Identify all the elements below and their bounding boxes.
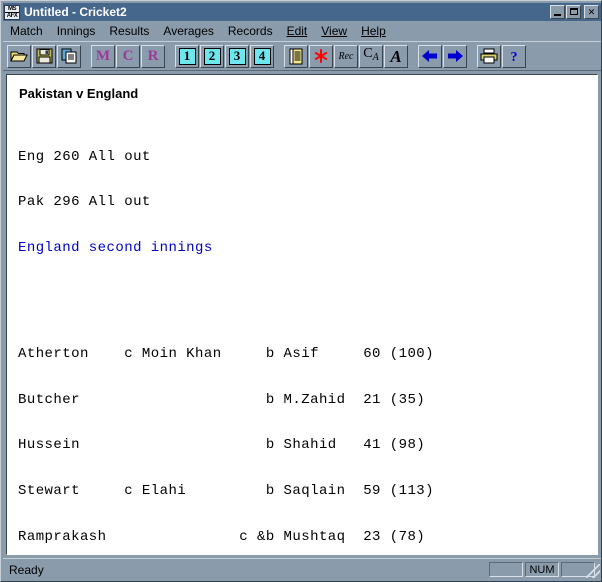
- back-button[interactable]: [418, 44, 442, 68]
- table-row: Stewart c Elahi b Saqlain 59 (113): [18, 482, 435, 499]
- number-2-icon: 2: [203, 47, 221, 65]
- highlight-button[interactable]: [309, 44, 333, 68]
- c-sub-a-icon: CA: [363, 46, 379, 64]
- copy-button[interactable]: [57, 44, 81, 68]
- font-button[interactable]: A: [384, 44, 408, 68]
- menu-item-view-label: View: [321, 24, 348, 38]
- close-icon: ✕: [587, 6, 596, 17]
- maximize-icon: [570, 8, 578, 15]
- letter-r-icon: R: [147, 47, 159, 64]
- svg-text:?: ?: [511, 50, 518, 64]
- arrow-left-icon: [422, 50, 437, 62]
- innings-1-button[interactable]: 1: [175, 44, 199, 68]
- records-button[interactable]: Rec: [334, 44, 358, 68]
- summary-line-eng: Eng 260 All out: [18, 148, 151, 165]
- minimize-button[interactable]: [550, 5, 565, 19]
- menu-item-edit-label: Edit: [286, 24, 308, 38]
- innings-3-button[interactable]: 3: [225, 44, 249, 68]
- window-title: Untitled - Cricket2: [24, 5, 127, 19]
- table-row: Butcher b M.Zahid 21 (35): [18, 391, 426, 408]
- table-row: Ramprakash c &b Mushtaq 23 (78): [18, 528, 426, 545]
- print-button[interactable]: [477, 44, 501, 68]
- match-button[interactable]: M: [91, 44, 115, 68]
- app-icon: MS AFX: [4, 4, 20, 20]
- toolbar-gap-1: [82, 56, 91, 57]
- question-mark-icon: ?: [511, 50, 518, 64]
- innings-2-button[interactable]: 2: [200, 44, 224, 68]
- resize-grip[interactable]: [586, 564, 600, 578]
- innings-4-button[interactable]: 4: [250, 44, 274, 68]
- menu-item-help[interactable]: Help: [354, 23, 393, 39]
- arrow-right-icon: [448, 50, 463, 62]
- toolbar-gap-3: [275, 56, 284, 57]
- save-button[interactable]: [32, 44, 56, 68]
- menu-item-edit[interactable]: Edit: [280, 23, 315, 39]
- scorecard-document: Pakistan v England Eng 260 All out Pak 2…: [7, 75, 597, 554]
- close-button[interactable]: ✕: [584, 5, 599, 19]
- status-bar: Ready NUM: [3, 558, 601, 579]
- number-4-icon: 4: [253, 47, 271, 65]
- result-button[interactable]: R: [141, 44, 165, 68]
- notepad-icon: [289, 48, 303, 64]
- number-3-icon: 3: [228, 47, 246, 65]
- averages-button[interactable]: CA: [359, 44, 383, 68]
- help-button[interactable]: ?: [502, 44, 526, 68]
- window-controls: ✕: [549, 5, 599, 19]
- floppy-disk-icon: [36, 48, 52, 64]
- summary-line-pak: Pak 296 All out: [18, 194, 151, 211]
- document-client-area[interactable]: Pakistan v England Eng 260 All out Pak 2…: [6, 74, 598, 555]
- letter-c-icon: C: [122, 47, 134, 64]
- menu-item-results[interactable]: Results: [102, 23, 156, 39]
- red-asterisk-icon: [314, 49, 328, 63]
- page-title: Pakistan v England: [19, 86, 139, 101]
- toolbar-gap-2: [166, 56, 175, 57]
- app-icon-line2: AFX: [5, 11, 19, 19]
- rec-text-icon: Rec: [338, 50, 354, 62]
- minimize-icon: [554, 14, 561, 16]
- number-1-icon: 1: [178, 47, 196, 65]
- caps-pane: [489, 562, 523, 577]
- title-bar: MS AFX Untitled - Cricket2 ✕: [3, 3, 601, 21]
- open-button[interactable]: [7, 44, 31, 68]
- application-window: MS AFX Untitled - Cricket2 ✕ Match Innin…: [0, 0, 602, 582]
- forward-button[interactable]: [443, 44, 467, 68]
- card-button[interactable]: C: [116, 44, 140, 68]
- innings-title: England second innings: [18, 239, 213, 256]
- num-pane: NUM: [525, 562, 559, 577]
- spacer-1: [18, 286, 540, 301]
- table-row: Hussein b Shahid 41 (98): [18, 437, 426, 454]
- copy-pages-icon: [61, 48, 76, 64]
- menu-item-innings[interactable]: Innings: [50, 23, 103, 39]
- menu-item-averages[interactable]: Averages: [156, 23, 220, 39]
- toolbar-gap-4: [409, 56, 418, 57]
- status-message: Ready: [9, 563, 44, 577]
- folder-open-icon: [10, 51, 28, 62]
- menu-item-records[interactable]: Records: [221, 23, 280, 39]
- maximize-button[interactable]: [566, 5, 581, 19]
- table-row: Atherton c Moin Khan b Asif 60 (100): [18, 346, 435, 363]
- menu-item-help-label: Help: [361, 24, 386, 38]
- scorecard-text: Eng 260 All out Pak 296 All out England …: [18, 104, 540, 554]
- toolbar: M C R 1 2 3 4 Rec CA A ?: [3, 41, 601, 71]
- menu-item-view[interactable]: View: [314, 23, 354, 39]
- menu-bar: Match Innings Results Averages Records E…: [3, 22, 601, 40]
- menu-item-match[interactable]: Match: [3, 23, 50, 39]
- letter-a-icon: A: [390, 46, 402, 66]
- printer-icon: [480, 48, 498, 64]
- letter-m-icon: M: [95, 47, 111, 64]
- toolbar-gap-5: [468, 56, 477, 57]
- scorebook-button[interactable]: [284, 44, 308, 68]
